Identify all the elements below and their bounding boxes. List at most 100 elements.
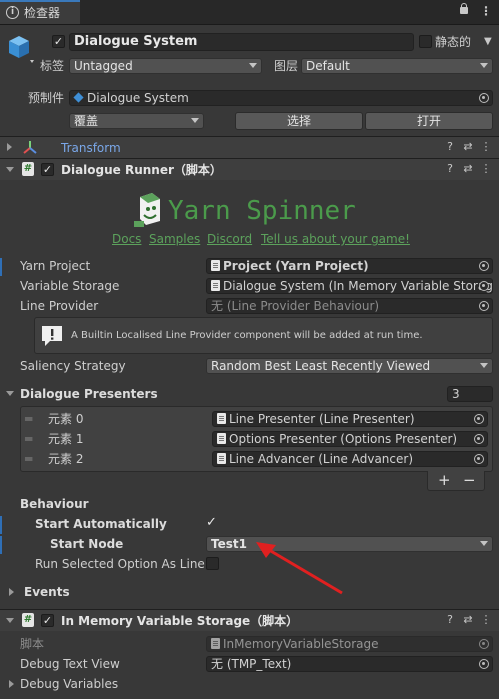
events-foldout-icon[interactable] bbox=[9, 588, 14, 596]
chevron-down-icon bbox=[480, 363, 488, 368]
object-picker-icon[interactable] bbox=[479, 301, 489, 311]
settings-sliders-icon[interactable]: ⇄ bbox=[461, 162, 475, 175]
yarn-project-value: Project (Yarn Project) bbox=[223, 259, 369, 273]
foldout-arrow-icon[interactable] bbox=[6, 167, 14, 172]
presenter-1-label: 元素 1 bbox=[48, 432, 84, 446]
component-menu-icon[interactable]: ⋮ bbox=[479, 613, 493, 626]
chevron-down-icon bbox=[249, 63, 257, 68]
debug-text-value: 无 (TMP_Text) bbox=[211, 657, 292, 671]
variable-storage-field[interactable]: Dialogue System (In Memory Variable Stor… bbox=[206, 278, 493, 294]
object-picker-icon[interactable] bbox=[474, 454, 484, 464]
events-label[interactable]: Events bbox=[24, 584, 70, 600]
prefab-field[interactable]: Dialogue System bbox=[69, 90, 493, 106]
layer-value: Default bbox=[306, 59, 350, 73]
component-menu-icon[interactable]: ⋮ bbox=[479, 140, 493, 153]
tab-bar: i 检查器 ⋮ bbox=[0, 0, 499, 25]
debug-vars-foldout-icon[interactable] bbox=[9, 680, 14, 688]
active-checkbox[interactable]: ✓ bbox=[52, 35, 65, 48]
component-menu-icon[interactable]: ⋮ bbox=[479, 162, 493, 175]
drag-handle-icon[interactable]: ═ bbox=[25, 411, 32, 427]
script-icon: # bbox=[22, 613, 34, 627]
variable-storage-title: In Memory Variable Storage（脚本） bbox=[61, 614, 299, 628]
static-checkbox[interactable] bbox=[419, 35, 432, 48]
presenters-foldout-icon[interactable] bbox=[6, 391, 14, 396]
settings-sliders-icon[interactable]: ⇄ bbox=[461, 613, 475, 626]
component-enabled-checkbox[interactable]: ✓ bbox=[41, 614, 54, 627]
static-label: 静态的 bbox=[435, 35, 472, 49]
presenter-2-field[interactable]: Line Advancer (Line Advancer) bbox=[212, 451, 488, 467]
docs-link[interactable]: Docs bbox=[112, 232, 141, 246]
presenter-0-label: 元素 0 bbox=[48, 412, 84, 426]
layer-dropdown[interactable]: Default bbox=[301, 58, 493, 74]
override-value: 覆盖 bbox=[74, 114, 99, 128]
dialogue-runner-title: Dialogue Runner（脚本） bbox=[61, 163, 222, 177]
select-button[interactable]: 选择 bbox=[235, 112, 363, 130]
discord-link[interactable]: Discord bbox=[207, 232, 252, 246]
inspector-tab[interactable]: i 检查器 bbox=[0, 0, 80, 24]
transform-header[interactable]: Transform ? ⇄ ⋮ bbox=[0, 136, 499, 158]
presenter-0-field[interactable]: Line Presenter (Line Presenter) bbox=[212, 411, 488, 427]
variable-storage-header[interactable]: # ✓ In Memory Variable Storage（脚本） ? ⇄ ⋮ bbox=[0, 609, 499, 631]
object-picker-icon[interactable] bbox=[479, 659, 489, 669]
drag-handle-icon[interactable]: ═ bbox=[25, 431, 32, 447]
object-name-field[interactable]: Dialogue System bbox=[69, 33, 414, 51]
component-tools: ? ⇄ ⋮ bbox=[439, 140, 493, 153]
add-element-button[interactable]: + bbox=[438, 472, 451, 488]
script-file-icon bbox=[211, 280, 220, 291]
feedback-link[interactable]: Tell us about your game! bbox=[261, 232, 410, 246]
script-icon: # bbox=[22, 162, 34, 176]
object-picker-icon bbox=[479, 639, 489, 649]
presenters-label[interactable]: Dialogue Presenters bbox=[20, 386, 158, 402]
dialogue-runner-header[interactable]: # ✓ Dialogue Runner（脚本） ? ⇄ ⋮ bbox=[0, 158, 499, 180]
line-provider-field[interactable]: 无 (Line Provider Behaviour) bbox=[206, 298, 493, 314]
settings-sliders-icon[interactable]: ⇄ bbox=[461, 140, 475, 153]
tag-dropdown[interactable]: Untagged bbox=[69, 58, 262, 74]
object-picker-icon[interactable] bbox=[479, 261, 489, 271]
yarn-project-file-icon bbox=[211, 260, 220, 271]
help-icon[interactable]: ? bbox=[443, 613, 457, 626]
prefab-cube-icon bbox=[73, 92, 84, 103]
object-picker-icon[interactable] bbox=[479, 281, 489, 291]
saliency-dropdown[interactable]: Random Best Least Recently Viewed bbox=[206, 358, 493, 374]
presenters-count-field[interactable]: 3 bbox=[447, 386, 493, 402]
yarn-spinner-logo-text: Yarn Spinner bbox=[168, 196, 356, 226]
script-file-icon bbox=[217, 453, 226, 464]
open-button[interactable]: 打开 bbox=[365, 112, 493, 130]
presenter-1-field[interactable]: Options Presenter (Options Presenter) bbox=[212, 431, 488, 447]
start-auto-checkbox[interactable]: ✓ bbox=[206, 515, 217, 531]
tab-menu-icon[interactable]: ⋮ bbox=[480, 3, 492, 19]
modified-bar bbox=[0, 258, 2, 276]
component-enabled-checkbox[interactable]: ✓ bbox=[41, 163, 54, 176]
override-dropdown[interactable]: 覆盖 bbox=[69, 113, 204, 129]
object-picker-icon[interactable] bbox=[479, 93, 489, 103]
remove-element-button[interactable]: − bbox=[463, 472, 476, 488]
lock-shackle bbox=[461, 3, 467, 9]
presenter-0-value: Line Presenter (Line Presenter) bbox=[229, 412, 415, 426]
drag-handle-icon[interactable]: ═ bbox=[25, 451, 32, 467]
foldout-arrow-icon[interactable] bbox=[7, 143, 12, 151]
gameobject-icon[interactable] bbox=[8, 34, 34, 63]
debug-vars-label[interactable]: Debug Variables bbox=[20, 676, 118, 692]
prefab-value: Dialogue System bbox=[87, 91, 189, 105]
red-arrow-annotation bbox=[256, 542, 343, 595]
component-tools: ? ⇄ ⋮ bbox=[439, 613, 493, 626]
help-icon[interactable]: ? bbox=[443, 140, 457, 153]
start-node-dropdown[interactable]: Test1 bbox=[206, 536, 493, 552]
object-picker-icon[interactable] bbox=[474, 414, 484, 424]
speech-bubble-icon bbox=[42, 326, 62, 346]
yarn-project-field[interactable]: Project (Yarn Project) bbox=[206, 258, 493, 274]
start-node-value: Test1 bbox=[211, 537, 247, 551]
static-dropdown-icon[interactable]: ▼ bbox=[484, 34, 492, 50]
info-icon: i bbox=[6, 6, 19, 19]
samples-link[interactable]: Samples bbox=[149, 232, 200, 246]
presenter-2-label: 元素 2 bbox=[48, 452, 84, 466]
help-icon[interactable]: ? bbox=[443, 162, 457, 175]
yarn-spinner-logo-icon bbox=[134, 193, 160, 227]
foldout-arrow-icon[interactable] bbox=[6, 618, 14, 623]
run-selected-label: Run Selected Option As Line bbox=[35, 557, 205, 571]
tab-title: 检查器 bbox=[24, 6, 61, 20]
object-picker-icon[interactable] bbox=[474, 434, 484, 444]
run-selected-checkbox[interactable] bbox=[206, 557, 219, 570]
presenter-1-value: Options Presenter (Options Presenter) bbox=[229, 432, 458, 446]
debug-text-field[interactable]: 无 (TMP_Text) bbox=[206, 656, 493, 672]
